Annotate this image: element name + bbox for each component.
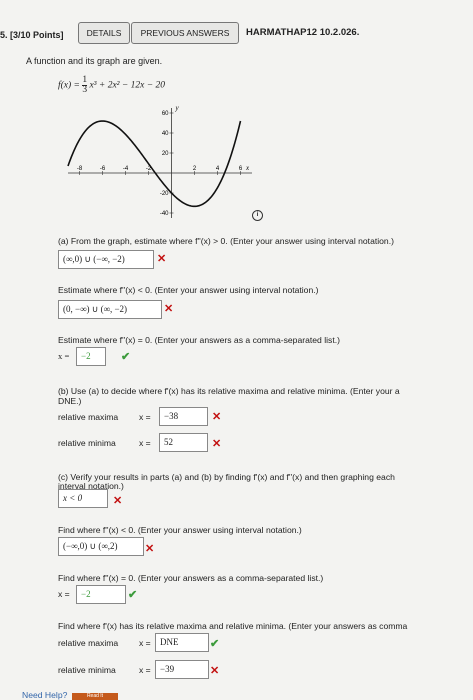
part-c-prompt-3: Find where f''(x) = 0. (Enter your answe…: [58, 573, 324, 583]
correct-icon: ✔: [210, 638, 220, 650]
course-code: HARMATHAP12 10.2.026.: [246, 27, 360, 38]
x-equals-label: x =: [139, 638, 151, 648]
incorrect-icon: ✕: [113, 495, 123, 507]
part-b-maxima-answer[interactable]: −38: [159, 407, 208, 426]
read-it-button[interactable]: Read It: [72, 693, 118, 700]
x-tick-label: -6: [100, 166, 106, 172]
part-a-prompt-2: Estimate where f''(x) < 0. (Enter your a…: [58, 285, 319, 295]
function-graph: -8 -6 -4 -2 2 4 6604020-20-40 y x: [67, 104, 252, 218]
info-icon[interactable]: i: [252, 210, 263, 221]
function-equation: f(x) = 1 3 x³ + 2x² − 12x − 20: [58, 75, 166, 95]
incorrect-icon: ✕: [212, 438, 222, 450]
x-tick-label: -8: [77, 166, 83, 172]
incorrect-icon: ✕: [157, 253, 167, 265]
y-tick-label: -20: [160, 191, 169, 197]
correct-icon: ✔: [121, 351, 131, 363]
need-help-label: Need Help?: [22, 690, 68, 700]
x-axis-label: x: [245, 164, 250, 172]
relative-maxima-label: relative maxima: [58, 638, 119, 648]
x-tick-label: 4: [216, 166, 220, 172]
function-lhs: f(x) =: [58, 80, 83, 91]
function-curve: [67, 120, 242, 208]
incorrect-icon: ✕: [164, 303, 174, 315]
incorrect-icon: ✕: [210, 665, 220, 677]
graph-axes: [68, 108, 252, 218]
previous-answers-button[interactable]: PREVIOUS ANSWERS: [131, 22, 239, 44]
x-equals-label: x =: [139, 665, 151, 675]
question-number: 5. [3/10 Points]: [0, 30, 64, 40]
read-it-label: Read It: [86, 693, 104, 699]
x-tick-label: 2: [193, 166, 197, 172]
y-tick-label: -40: [160, 211, 169, 217]
x-tick-label: -4: [123, 166, 129, 172]
part-a-prompt-3: Estimate where f''(x) = 0. (Enter your a…: [58, 335, 340, 345]
incorrect-icon: ✕: [145, 543, 155, 555]
part-b-prompt-cont: DNE.): [58, 396, 82, 406]
part-c-answer-1[interactable]: x < 0: [58, 489, 108, 508]
graph-ticks: -8 -6 -4 -2 2 4 6604020-20-40: [77, 111, 243, 217]
part-c-answer-3[interactable]: −2: [76, 585, 126, 604]
x-equals-label: x =: [139, 412, 151, 422]
part-a-prompt: (a) From the graph, estimate where f''(x…: [58, 236, 394, 246]
relative-maxima-label: relative maxima: [58, 412, 119, 422]
part-c-prompt-2: Find where f''(x) < 0. (Enter your answe…: [58, 525, 302, 535]
x-equals-label: x =: [58, 351, 70, 361]
relative-minima-label: relative minima: [58, 665, 116, 675]
function-rhs: x³ + 2x² − 12x − 20: [89, 80, 166, 91]
y-axis-label: y: [175, 104, 180, 112]
part-b-prompt: (b) Use (a) to decide where f'(x) has it…: [58, 386, 400, 396]
y-tick-label: 40: [162, 131, 169, 137]
y-tick-label: 60: [162, 111, 169, 117]
fraction: 1 3: [82, 75, 88, 95]
x-equals-label: x =: [139, 438, 151, 448]
x-tick-label: 6: [239, 166, 243, 172]
part-a-answer-3[interactable]: −2: [76, 347, 106, 366]
x-equals-label: x =: [58, 589, 70, 599]
part-a-answer-1[interactable]: (∞,0) ∪ (−∞, −2): [58, 250, 154, 269]
incorrect-icon: ✕: [212, 411, 222, 423]
problem-intro: A function and its graph are given.: [26, 56, 163, 66]
part-c-maxima-answer[interactable]: DNE: [155, 633, 209, 652]
correct-icon: ✔: [128, 589, 138, 601]
part-c-minima-answer[interactable]: −39: [155, 660, 209, 679]
part-c-answer-2[interactable]: (−∞,0) ∪ (∞,2): [58, 537, 144, 556]
part-c-prompt-4: Find where f'(x) has its relative maxima…: [58, 621, 408, 631]
details-button[interactable]: DETAILS: [78, 22, 130, 44]
relative-minima-label: relative minima: [58, 438, 116, 448]
y-tick-label: 20: [162, 151, 169, 157]
part-a-answer-2[interactable]: (0, −∞) ∪ (∞, −2): [58, 300, 162, 319]
fraction-denominator: 3: [82, 85, 88, 95]
part-b-minima-answer[interactable]: 52: [159, 433, 208, 452]
